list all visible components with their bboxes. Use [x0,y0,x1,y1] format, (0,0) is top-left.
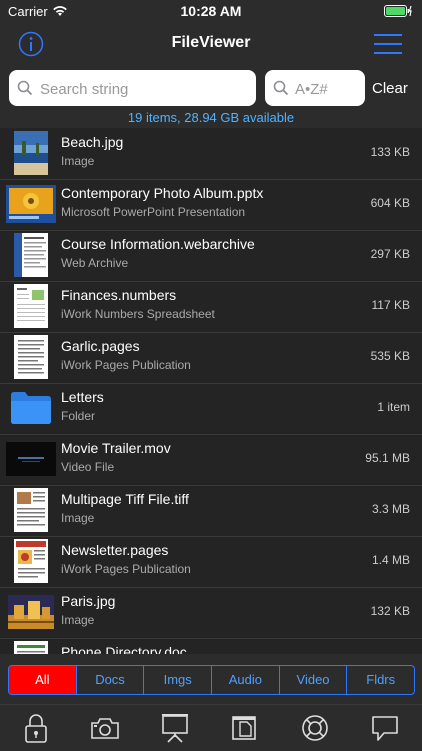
search-bar: Clear 19 items, 28.94 GB available [0,66,422,128]
speech-bubble-icon[interactable] [369,713,401,743]
file-name: Movie Trailer.mov [61,440,171,456]
newsletter-thumbnail [6,539,56,583]
list-item[interactable]: Finances.numbers iWork Numbers Spreadshe… [0,281,422,333]
file-kind: Image [61,511,95,525]
filter-audio[interactable]: Audio [211,666,279,694]
file-kind: iWork Pages Publication [61,562,191,576]
search-icon [17,80,33,96]
beach-image-thumbnail [6,131,56,175]
file-size: 117 KB [371,298,410,312]
list-item[interactable]: Contemporary Photo Album.pptx Microsoft … [0,179,422,231]
clear-button[interactable]: Clear [372,80,408,97]
list-item[interactable]: Phone Directory.doc [0,638,422,654]
list-item[interactable]: Course Information.webarchive Web Archiv… [0,230,422,282]
file-name: Contemporary Photo Album.pptx [61,185,264,201]
status-bar: Carrier 10:28 AM [0,0,422,22]
search-input[interactable] [38,70,252,108]
file-kind: Video File [61,460,115,474]
bottom-toolbar [0,704,422,751]
lock-icon[interactable] [20,713,52,743]
list-item[interactable]: Movie Trailer.mov Video File 95.1 MB [0,434,422,486]
filter-docs[interactable]: Docs [75,666,144,694]
document-icon[interactable] [229,713,261,743]
doc-thumbnail [6,641,56,654]
filter-segmented-control: All Docs Imgs Audio Video Fldrs [8,665,415,695]
numbers-thumbnail [6,284,56,328]
sort-field[interactable] [265,70,365,108]
file-kind: Image [61,154,95,168]
file-kind: Folder [61,409,96,423]
paris-image-thumbnail [6,592,56,632]
file-name: Phone Directory.doc [61,644,187,654]
file-list[interactable]: Beach.jpg Image 133 KB Contemporary Phot… [0,128,422,654]
file-size: 1.4 MB [371,553,410,567]
file-kind: Microsoft PowerPoint Presentation [61,205,246,219]
webarchive-thumbnail [6,233,56,277]
lifebuoy-icon[interactable] [299,713,331,743]
file-name: Newsletter.pages [61,542,169,558]
sort-input[interactable] [293,70,365,108]
filter-bar: All Docs Imgs Audio Video Fldrs [0,654,422,704]
presentation-icon[interactable] [159,713,191,743]
pages-thumbnail [6,335,56,379]
clock: 10:28 AM [180,3,242,19]
tiff-thumbnail [6,488,56,532]
battery-icon [384,5,412,17]
navigation-bar: FileViewer [0,22,422,66]
file-name: Multipage Tiff File.tiff [61,491,189,507]
file-name: Letters [61,389,104,405]
search-icon [273,80,289,96]
file-kind: Image [61,613,95,627]
file-kind: iWork Pages Publication [61,358,191,372]
file-name: Finances.numbers [61,287,177,303]
filter-folders[interactable]: Fldrs [346,666,414,694]
file-size: 604 KB [370,196,410,210]
folder-icon [6,388,56,428]
filter-images[interactable]: Imgs [143,666,211,694]
filter-video[interactable]: Video [278,666,347,694]
file-size: 535 KB [370,349,410,363]
list-item[interactable]: Newsletter.pages iWork Pages Publication… [0,536,422,588]
search-field[interactable] [9,70,256,108]
list-item[interactable]: Beach.jpg Image 133 KB [0,128,422,180]
file-size: 3.3 MB [371,502,410,516]
file-size: 132 KB [370,604,410,618]
list-item[interactable]: Multipage Tiff File.tiff Image 3.3 MB [0,485,422,537]
camera-icon[interactable] [89,713,121,743]
file-size: 297 KB [370,247,410,261]
filter-all[interactable]: All [9,666,76,694]
storage-summary: 19 items, 28.94 GB available [127,110,295,125]
list-item[interactable]: Paris.jpg Image 132 KB [0,587,422,639]
file-size: 95.1 MB [365,451,410,465]
list-item[interactable]: Garlic.pages iWork Pages Publication 535… [0,332,422,384]
file-name: Course Information.webarchive [61,236,255,252]
list-item[interactable]: Letters Folder 1 item [0,383,422,435]
file-size: 133 KB [370,145,410,159]
menu-icon[interactable] [374,33,402,55]
page-title: FileViewer [171,34,251,51]
file-name: Garlic.pages [61,338,140,354]
file-kind: iWork Numbers Spreadsheet [61,307,215,321]
file-name: Paris.jpg [61,593,116,609]
file-kind: Web Archive [61,256,129,270]
video-thumbnail [6,439,56,479]
file-name: Beach.jpg [61,134,124,150]
file-size: 1 item [377,400,410,414]
pptx-thumbnail [6,184,56,224]
